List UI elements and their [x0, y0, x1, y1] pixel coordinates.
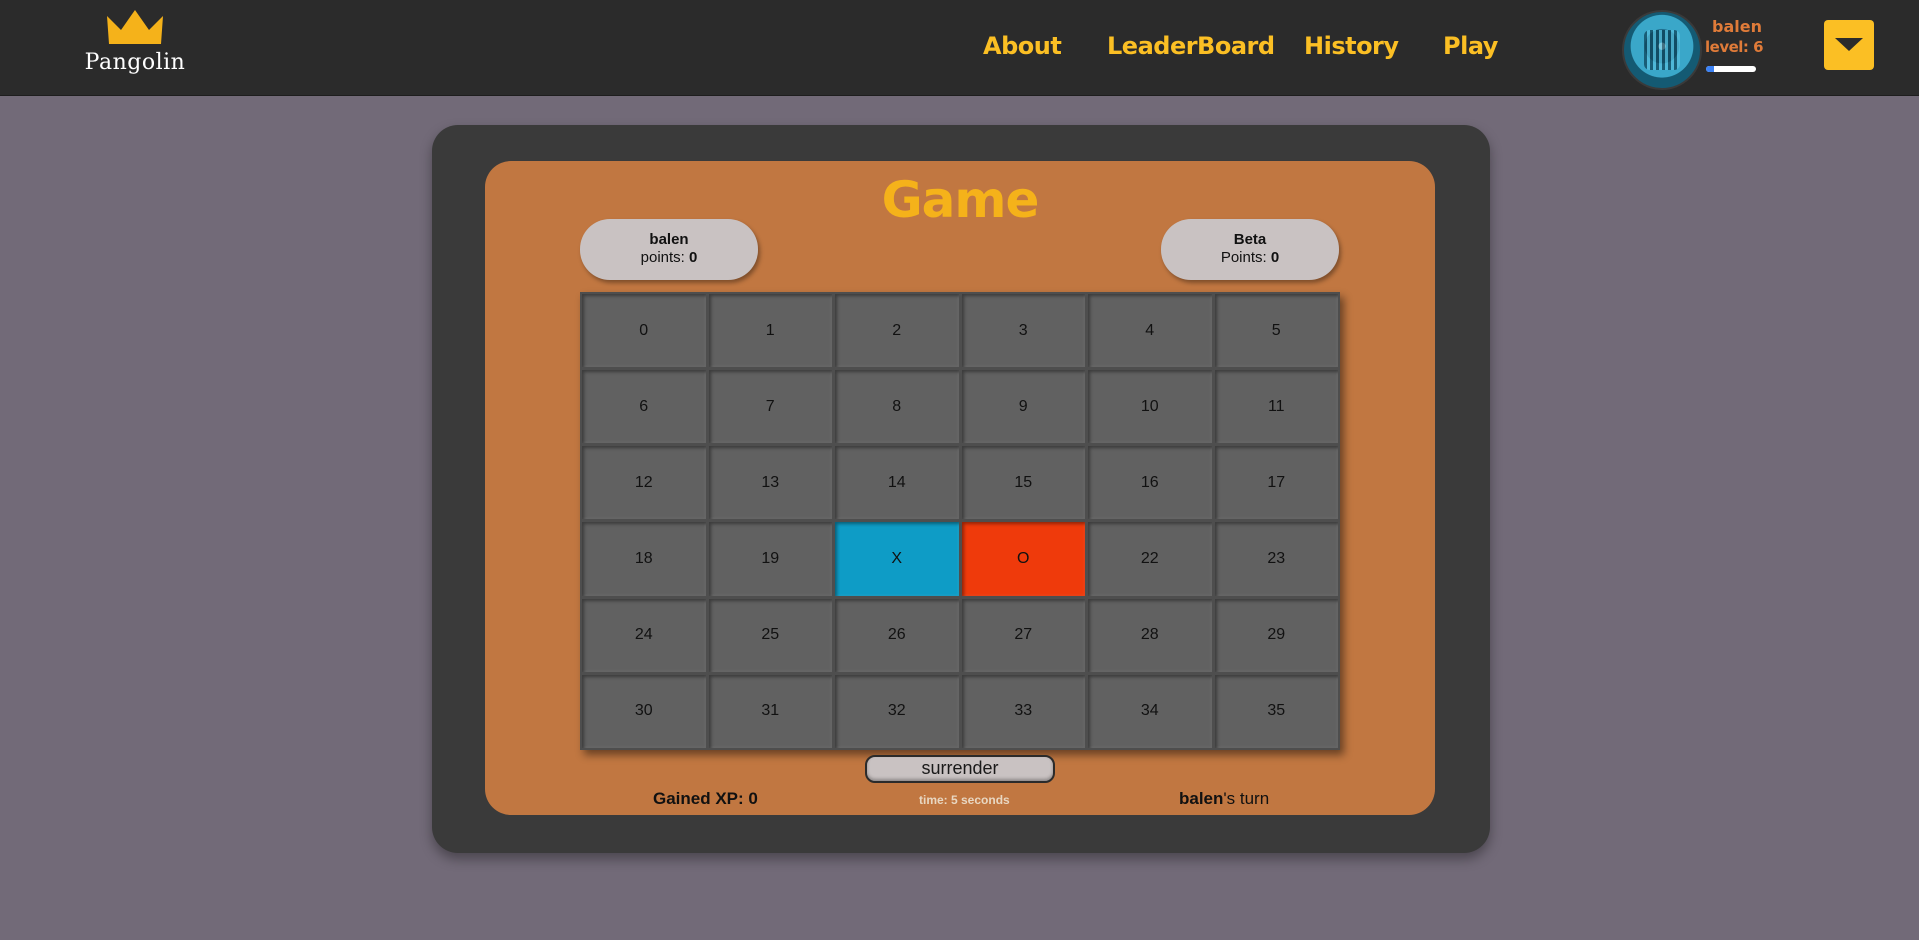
board-cell[interactable]: 0 [582, 294, 706, 368]
player2-name: Beta [1233, 231, 1267, 248]
board-cell[interactable]: 31 [708, 674, 832, 748]
board-cell[interactable]: 17 [1214, 446, 1338, 520]
board-cell[interactable]: 19 [708, 522, 832, 596]
player2-card: Beta Points: 0 [1161, 219, 1339, 280]
player1-card: balen points: 0 [580, 219, 758, 280]
player2-points-value: 0 [1270, 249, 1280, 266]
logo-text: Pangolin [84, 50, 186, 75]
player1-points: points: 0 [580, 249, 758, 266]
nav-leaderboard[interactable]: LeaderBoard [1107, 32, 1275, 60]
board-cell[interactable]: 27 [961, 598, 1085, 672]
board-cell[interactable]: 14 [835, 446, 959, 520]
menu-dropdown-button[interactable] [1824, 20, 1874, 70]
crown-icon [107, 10, 163, 44]
board-cell[interactable]: 29 [1214, 598, 1338, 672]
turn-player: balen [1179, 789, 1224, 808]
board-cell[interactable]: 35 [1214, 674, 1338, 748]
board-cell[interactable]: 34 [1088, 674, 1212, 748]
board-cell[interactable]: 30 [582, 674, 706, 748]
board-cell[interactable]: 25 [708, 598, 832, 672]
turn-indicator: balen's turn [1179, 789, 1269, 809]
user-level: level: 6 [1705, 38, 1764, 56]
board-cell[interactable]: 5 [1214, 294, 1338, 368]
board-cell[interactable]: 4 [1088, 294, 1212, 368]
board-cell[interactable]: 16 [1088, 446, 1212, 520]
board-cell[interactable]: 11 [1214, 370, 1338, 444]
board-cell[interactable]: 9 [961, 370, 1085, 444]
top-navbar: Pangolin About LeaderBoard History Play … [0, 0, 1919, 96]
board-cell[interactable]: 23 [1214, 522, 1338, 596]
board-cell[interactable]: 24 [582, 598, 706, 672]
board-cell[interactable]: 15 [961, 446, 1085, 520]
board-cell[interactable]: 6 [582, 370, 706, 444]
board-cell[interactable]: 22 [1088, 522, 1212, 596]
nav-history[interactable]: History [1304, 32, 1399, 60]
game-panel: Game balen points: 0 Beta Points: 0 0123… [485, 161, 1435, 815]
board-cell[interactable]: 3 [961, 294, 1085, 368]
xp-progress-fill [1706, 66, 1714, 72]
player1-points-label: points: [640, 249, 690, 266]
avatar[interactable] [1622, 10, 1702, 90]
user-name: balen [1712, 17, 1762, 36]
board-cell[interactable]: X [835, 522, 959, 596]
board-cell[interactable]: 32 [835, 674, 959, 748]
board-cell[interactable]: 7 [708, 370, 832, 444]
board-cell[interactable]: 10 [1088, 370, 1212, 444]
board-cell[interactable]: 28 [1088, 598, 1212, 672]
board-cell[interactable]: 2 [835, 294, 959, 368]
logo[interactable]: Pangolin [80, 8, 190, 83]
player1-points-value: 0 [689, 249, 698, 266]
board-cell[interactable]: 26 [835, 598, 959, 672]
nav-about[interactable]: About [983, 32, 1062, 60]
avatar-image [1644, 30, 1680, 70]
board-cell[interactable]: 13 [708, 446, 832, 520]
player2-points: Points: 0 [1161, 249, 1339, 266]
gained-xp: Gained XP: 0 [653, 789, 758, 808]
game-board: 0 1 2 3 4 5 6 7 8 9 10 11 12 13 14 15 16 17 18 19 X O 22 23 24 25… [580, 292, 1340, 750]
board-cell[interactable]: 33 [961, 674, 1085, 748]
xp-progress-bar [1706, 66, 1756, 72]
surrender-button[interactable]: surrender [865, 755, 1055, 783]
turn-suffix: 's turn [1223, 789, 1270, 808]
board-cell[interactable]: 12 [582, 446, 706, 520]
board-cell[interactable]: 18 [582, 522, 706, 596]
board-cell[interactable]: 8 [835, 370, 959, 444]
caret-down-icon [1835, 38, 1863, 51]
player2-points-label: Points: [1220, 249, 1271, 266]
board-cell[interactable]: 1 [708, 294, 832, 368]
board-cell[interactable]: O [961, 522, 1085, 596]
player1-name: balen [649, 231, 689, 248]
nav-play[interactable]: Play [1443, 32, 1498, 60]
turn-timer: time: 5 seconds [919, 793, 1010, 807]
